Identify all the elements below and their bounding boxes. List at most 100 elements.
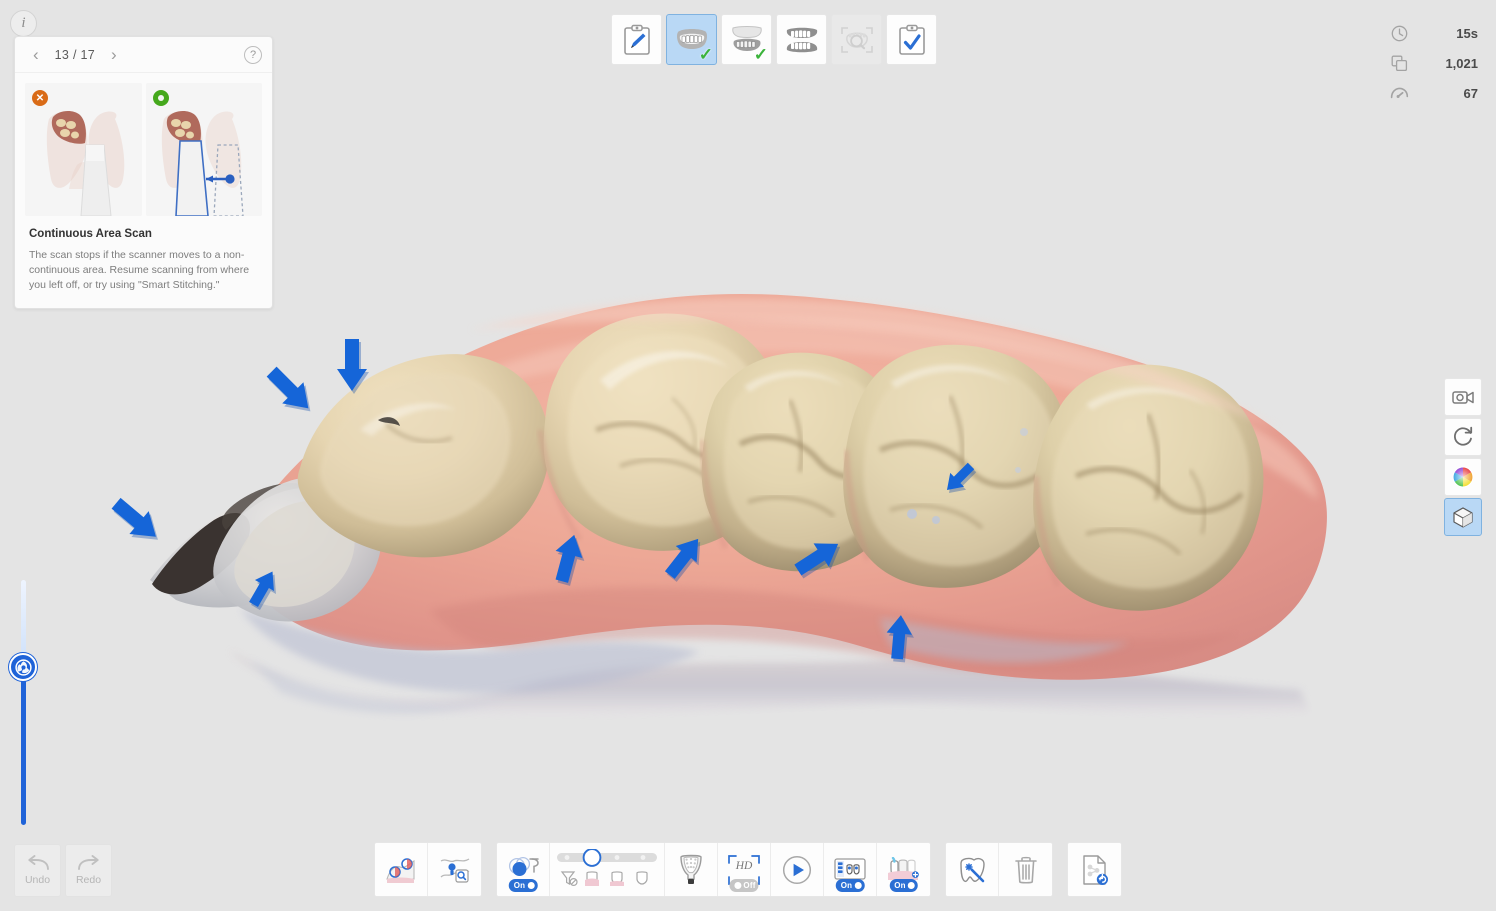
redo-arrow-icon bbox=[77, 855, 99, 870]
layers-icon bbox=[1386, 55, 1412, 72]
incorrect-badge-icon: ✕ bbox=[32, 90, 48, 106]
scan-speed-value: 67 bbox=[1463, 85, 1478, 101]
order-form-button[interactable] bbox=[611, 14, 662, 65]
undo-arrow-icon bbox=[27, 855, 49, 870]
play-icon bbox=[782, 855, 812, 884]
undo-label: Undo bbox=[24, 874, 51, 886]
scan-review-button[interactable] bbox=[831, 14, 882, 65]
scan-speed-stat: 67 bbox=[1386, 78, 1478, 108]
tip-thumbnail-correct bbox=[145, 83, 262, 216]
color-mode-button[interactable] bbox=[1444, 458, 1482, 496]
tooth-1 bbox=[297, 354, 550, 558]
bite-button[interactable] bbox=[776, 14, 827, 65]
group-display: On HD Off On On bbox=[496, 842, 931, 897]
tip-page-count: 13 / 17 bbox=[54, 47, 95, 62]
screenshot-button[interactable] bbox=[1444, 378, 1482, 416]
svg-text:HD: HD bbox=[735, 860, 753, 872]
redo-label: Redo bbox=[75, 874, 102, 886]
reset-view-button[interactable] bbox=[1444, 418, 1482, 456]
scan-tip-card: ‹ 13 / 17 › ? ✕ Continuous Area Scan The… bbox=[14, 36, 273, 309]
scan-time-value: 15s bbox=[1456, 25, 1478, 41]
impression-tray-button[interactable] bbox=[665, 843, 718, 896]
help-icon[interactable]: ? bbox=[244, 45, 262, 64]
redo-button[interactable]: Redo bbox=[65, 844, 112, 897]
delete-scan-button[interactable] bbox=[999, 843, 1052, 896]
speedometer-icon bbox=[1386, 85, 1412, 102]
tray-icon bbox=[680, 854, 702, 884]
correct-badge-icon bbox=[152, 90, 169, 106]
aperture-icon bbox=[14, 658, 32, 676]
toggle-label: On bbox=[840, 881, 853, 890]
scan-brightness-slider[interactable] bbox=[9, 580, 37, 825]
magic-wand-tooth-icon bbox=[960, 857, 985, 882]
completed-check-icon: ✓ bbox=[698, 45, 713, 64]
gingiva-mask-toggle[interactable]: On bbox=[889, 879, 918, 892]
lower-jaw-button[interactable]: ✓ bbox=[721, 14, 772, 65]
group-export bbox=[1067, 842, 1122, 897]
magic-eraser-button[interactable] bbox=[946, 843, 999, 896]
finish-case-button[interactable] bbox=[886, 14, 937, 65]
margin-line-icon bbox=[386, 857, 415, 883]
group-capture bbox=[374, 842, 482, 897]
playback-button[interactable] bbox=[771, 843, 824, 896]
gingiva-mask-button[interactable]: On bbox=[877, 843, 930, 896]
3d-view-button[interactable] bbox=[1444, 498, 1482, 536]
next-tip-button[interactable]: › bbox=[107, 44, 121, 65]
export-button[interactable] bbox=[1068, 843, 1121, 896]
clipboard-check-icon bbox=[898, 24, 925, 55]
scan-gap-arrow bbox=[266, 366, 309, 409]
scan-inspect-icon bbox=[440, 857, 469, 883]
image-count-stat: 1,021 bbox=[1386, 48, 1478, 78]
ai-detection-button[interactable]: On bbox=[824, 843, 877, 896]
toggle-label: Off bbox=[743, 881, 756, 890]
toggle-knob bbox=[907, 882, 915, 889]
toggle-knob bbox=[527, 882, 535, 889]
scan-inspect-button[interactable] bbox=[428, 843, 481, 896]
clock-icon bbox=[1386, 25, 1412, 42]
scan-stats-panel: 15s 1,021 67 bbox=[1386, 18, 1478, 108]
occlusion-map-toggle[interactable]: On bbox=[508, 879, 538, 892]
tip-thumbnails: ✕ bbox=[15, 73, 272, 216]
image-count-value: 1,021 bbox=[1445, 55, 1478, 71]
info-icon[interactable]: i bbox=[10, 10, 37, 37]
trash-icon bbox=[1014, 856, 1037, 884]
slider-track-lower bbox=[21, 676, 26, 825]
scan-gap-arrow bbox=[111, 497, 156, 537]
arch-inspect-icon bbox=[840, 26, 873, 53]
clipboard-pencil-icon bbox=[623, 24, 650, 55]
scan-time-stat: 15s bbox=[1386, 18, 1478, 48]
rotate-reset-icon bbox=[1454, 426, 1473, 446]
upper-jaw-button[interactable]: ✓ bbox=[666, 14, 717, 65]
slider-thumb bbox=[582, 848, 602, 867]
slider-track-upper bbox=[21, 580, 26, 663]
occlusion-map-button[interactable]: On bbox=[497, 843, 550, 896]
info-glyph: i bbox=[21, 15, 26, 31]
completed-check-icon: ✓ bbox=[753, 45, 768, 64]
dental-scanner-app: i ‹ 13 / 17 › ? ✕ Continuous Area Scan T… bbox=[0, 0, 1496, 911]
gum-trim-slider[interactable] bbox=[550, 843, 665, 896]
gum-trim-slider-icon bbox=[557, 848, 657, 886]
tip-body: The scan stops if the scanner moves to a… bbox=[29, 249, 250, 292]
undo-button[interactable]: Undo bbox=[14, 844, 61, 897]
toggle-label: On bbox=[513, 881, 526, 890]
history-controls: Undo Redo bbox=[14, 844, 112, 897]
scan-tools-toolbar: On HD Off On On bbox=[374, 842, 1122, 897]
export-file-icon bbox=[1082, 854, 1108, 885]
bite-occlusion-icon bbox=[786, 27, 817, 52]
tip-thumbnail-incorrect: ✕ bbox=[25, 83, 142, 216]
hd-mode-toggle[interactable]: Off bbox=[729, 879, 759, 892]
toggle-knob bbox=[734, 882, 742, 889]
hd-mode-button[interactable]: HD Off bbox=[718, 843, 771, 896]
toggle-knob bbox=[854, 882, 862, 889]
ai-detection-toggle[interactable]: On bbox=[835, 879, 865, 892]
scan-tip-header: ‹ 13 / 17 › ? bbox=[15, 37, 272, 73]
group-edit bbox=[945, 842, 1053, 897]
view-tools-toolbar bbox=[1444, 378, 1482, 536]
toggle-label: On bbox=[894, 881, 906, 890]
camera-icon bbox=[1452, 390, 1474, 404]
cube-icon bbox=[1453, 507, 1473, 528]
prev-tip-button[interactable]: ‹ bbox=[29, 44, 43, 65]
slider-handle[interactable] bbox=[9, 653, 37, 681]
margin-marking-button[interactable] bbox=[375, 843, 428, 896]
workflow-toolbar: ✓ ✓ bbox=[611, 14, 937, 65]
